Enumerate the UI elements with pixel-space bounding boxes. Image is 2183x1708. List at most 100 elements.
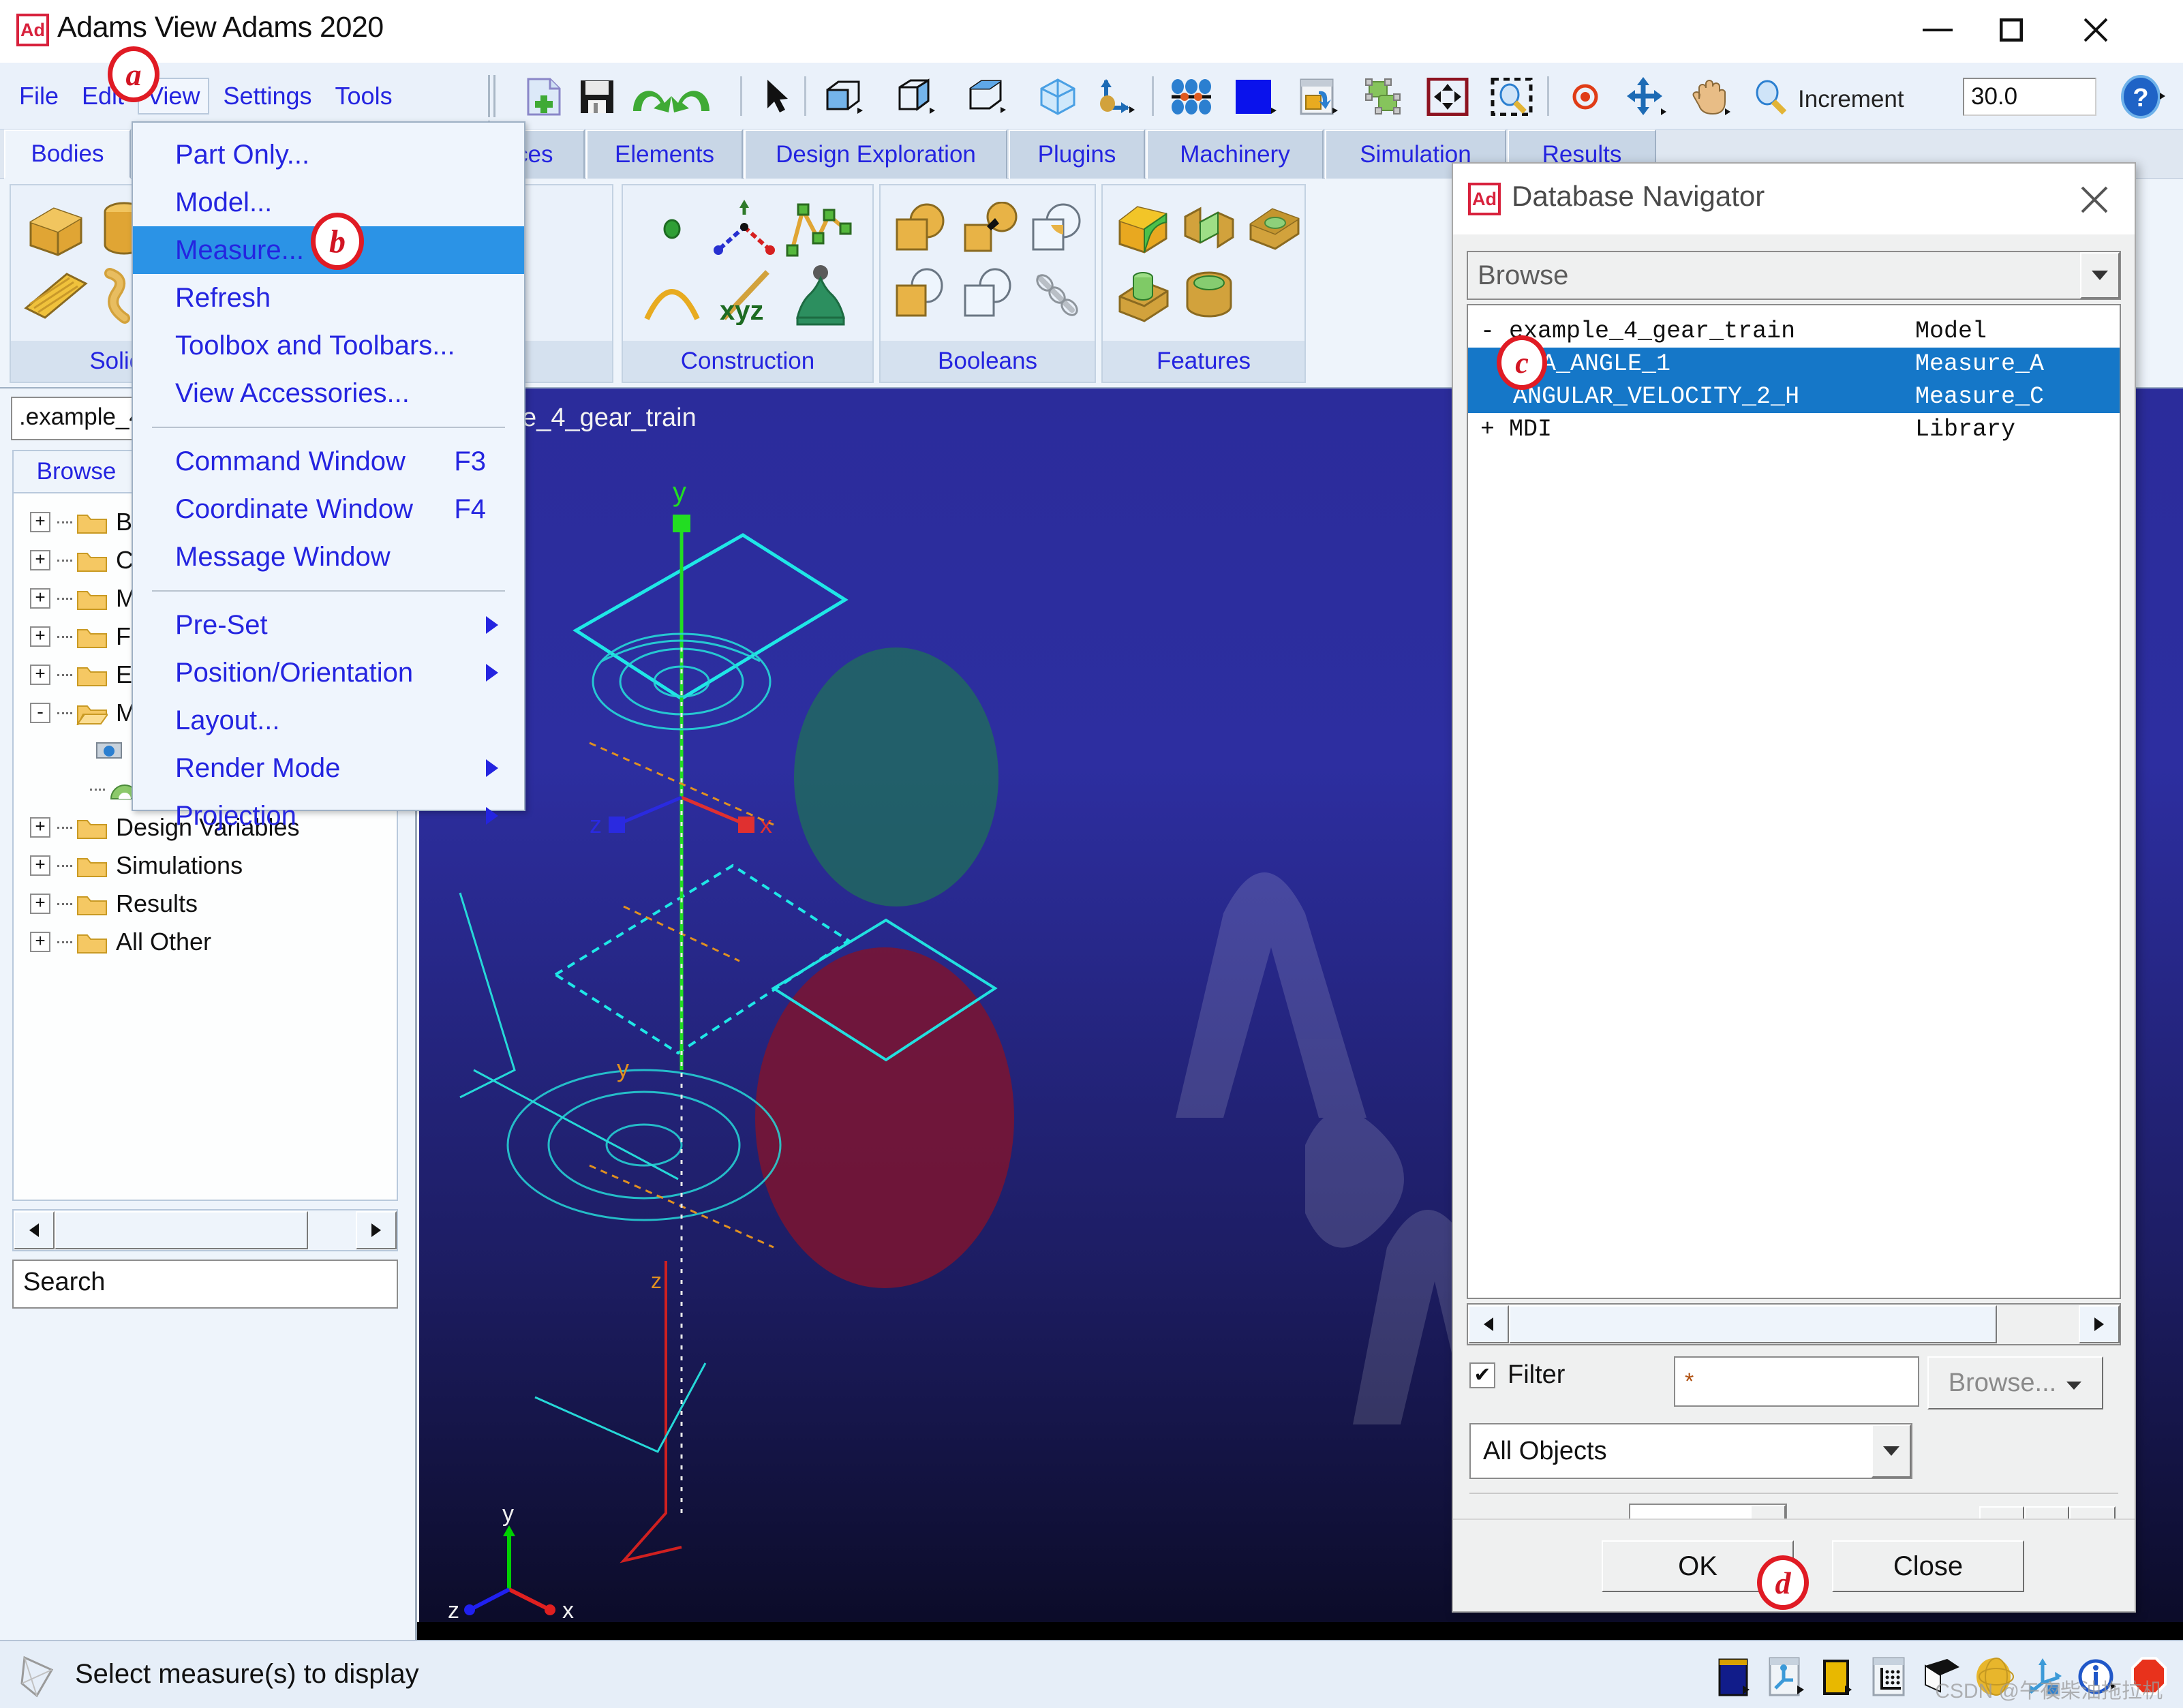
menu-item-projection[interactable]: Projection (133, 792, 524, 840)
group-select-icon[interactable] (1359, 78, 1408, 116)
hollow-icon[interactable] (1242, 196, 1307, 263)
grid-points-icon[interactable] (1167, 78, 1216, 116)
rotate-view-icon[interactable] (1622, 77, 1671, 116)
polyline-icon[interactable] (709, 195, 780, 263)
new-file-icon[interactable] (519, 78, 568, 116)
maximize-button[interactable] (1974, 0, 2048, 60)
expander-icon[interactable]: + (30, 932, 50, 952)
spline-icon[interactable] (781, 195, 860, 263)
expander-icon[interactable]: + (30, 550, 50, 570)
marker-point-icon[interactable] (637, 195, 707, 263)
chevron-down-icon[interactable] (2080, 252, 2120, 299)
merge-icon[interactable] (956, 196, 1024, 263)
minimize-button[interactable] (1901, 0, 1974, 60)
tree-item-all-other[interactable]: + All Other (14, 923, 397, 961)
box-iso-view-icon[interactable] (1033, 78, 1082, 116)
yellow-panel-icon[interactable] (1818, 1653, 1860, 1701)
blue-fill-icon[interactable] (1231, 78, 1280, 116)
render-mode-icon[interactable] (1295, 78, 1344, 116)
tree-item-simulations[interactable]: + Simulations (14, 847, 397, 885)
axis-marker-icon[interactable] (1090, 78, 1140, 116)
zoom-box-icon[interactable] (1487, 78, 1536, 116)
browse-button[interactable]: Browse... (1927, 1356, 2103, 1409)
menu-tools[interactable]: Tools (326, 78, 402, 115)
scroll-thumb[interactable] (1509, 1305, 1997, 1343)
tab-elements[interactable]: Elements (586, 129, 743, 179)
db-row-model[interactable]: - example_4_gear_train Model (1468, 315, 2120, 348)
db-row-mea-angle-1[interactable]: MEA_ANGLE_1 Measure_A (1468, 348, 2120, 380)
fit-view-icon[interactable] (1423, 78, 1472, 116)
expander-icon[interactable]: + (30, 588, 50, 609)
expander-icon[interactable]: + (30, 894, 50, 914)
center-view-icon[interactable] (1561, 78, 1610, 116)
chevron-down-icon[interactable] (2066, 1369, 2082, 1398)
db-row-mdi[interactable]: + MDI Library (1468, 413, 2120, 446)
scroll-thumb[interactable] (55, 1211, 308, 1249)
intersect-icon[interactable] (1024, 196, 1092, 263)
unite-icon[interactable] (887, 196, 956, 263)
object-type-select[interactable]: All Objects (1469, 1423, 1912, 1479)
arc-icon[interactable] (637, 263, 707, 329)
menu-item-pre-set[interactable]: Pre-Set (133, 601, 524, 649)
db-expander-icon[interactable]: - (1480, 318, 1495, 345)
box-front-view-icon[interactable] (819, 78, 868, 116)
tab-plugins[interactable]: Plugins (1009, 129, 1145, 179)
object-list[interactable]: - example_4_gear_train Model MEA_ANGLE_1… (1467, 304, 2121, 1299)
menu-item-part-only[interactable]: Part Only... (133, 131, 524, 179)
coordinate-icon[interactable] (1766, 1653, 1808, 1701)
list-horizontal-scrollbar[interactable] (1467, 1303, 2121, 1345)
menu-item-view-accessories[interactable]: View Accessories... (133, 369, 524, 417)
expander-icon[interactable]: + (30, 817, 50, 838)
help-icon[interactable]: ? (2119, 75, 2165, 119)
expander-icon[interactable]: + (30, 626, 50, 647)
db-row-angular-velocity[interactable]: ANGULAR_VELOCITY_2_H Measure_C (1468, 380, 2120, 413)
database-navigator-dialog[interactable]: Ad Database Navigator Browse - example_4… (1452, 162, 2136, 1613)
beam-icon[interactable] (23, 264, 89, 327)
browse-tab[interactable]: Browse (12, 450, 140, 492)
filter-pattern-input[interactable]: * (1674, 1356, 1919, 1407)
menu-item-toolbox-and-toolbars[interactable]: Toolbox and Toolbars... (133, 322, 524, 369)
scroll-right-button[interactable] (2079, 1305, 2120, 1343)
cut-icon[interactable] (956, 263, 1024, 329)
select-arrow-icon[interactable] (754, 78, 803, 116)
menu-item-position-orientation[interactable]: Position/Orientation (133, 649, 524, 697)
scroll-left-button[interactable] (14, 1211, 55, 1249)
save-icon[interactable] (573, 78, 622, 116)
table-icon[interactable] (1869, 1653, 1912, 1701)
expander-icon[interactable]: + (30, 665, 50, 685)
plot-window-icon[interactable] (1714, 1653, 1756, 1701)
extrude-icon[interactable] (1111, 263, 1176, 329)
close-button[interactable] (2059, 0, 2133, 60)
search-input[interactable]: Search (12, 1260, 398, 1309)
dialog-close-button[interactable] (2075, 180, 2114, 219)
scroll-right-button[interactable] (356, 1211, 397, 1249)
menu-item-render-mode[interactable]: Render Mode (133, 744, 524, 792)
tab-bodies[interactable]: Bodies (4, 129, 131, 179)
menu-item-coordinate-window[interactable]: Coordinate Window F4 (133, 485, 524, 533)
pan-hand-icon[interactable] (1686, 78, 1735, 116)
tab-machinery[interactable]: Machinery (1146, 129, 1324, 179)
zoom-glass-icon[interactable] (1746, 78, 1795, 116)
toolbar-grip[interactable] (488, 75, 503, 163)
revolve-icon[interactable] (1176, 263, 1242, 329)
box-shaded-view-icon[interactable] (962, 78, 1011, 116)
expander-icon[interactable]: + (30, 855, 50, 876)
increment-input[interactable]: 30.0 (1963, 78, 2096, 116)
menu-item-refresh[interactable]: Refresh (133, 274, 524, 322)
browse-mode-combo[interactable]: Browse (1467, 251, 2121, 300)
expander-icon[interactable]: + (30, 512, 50, 532)
subtract-icon[interactable] (887, 263, 956, 329)
menu-item-command-window[interactable]: Command Window F3 (133, 438, 524, 485)
tree-horizontal-scrollbar[interactable] (12, 1209, 398, 1251)
menu-item-message-window[interactable]: Message Window (133, 533, 524, 581)
box-wire-view-icon[interactable] (891, 78, 941, 116)
box-solid-icon[interactable] (23, 198, 89, 263)
revolution-icon[interactable] (781, 263, 860, 329)
fillet-icon[interactable] (1111, 196, 1176, 263)
cancel-button[interactable]: Close (1832, 1540, 2024, 1592)
menu-item-layout[interactable]: Layout... (133, 697, 524, 744)
expander-icon[interactable]: - (30, 703, 50, 723)
filter-checkbox[interactable]: ✔ (1469, 1362, 1495, 1388)
tab-design-exploration[interactable]: Design Exploration (744, 129, 1007, 179)
menu-settings[interactable]: Settings (213, 78, 321, 115)
